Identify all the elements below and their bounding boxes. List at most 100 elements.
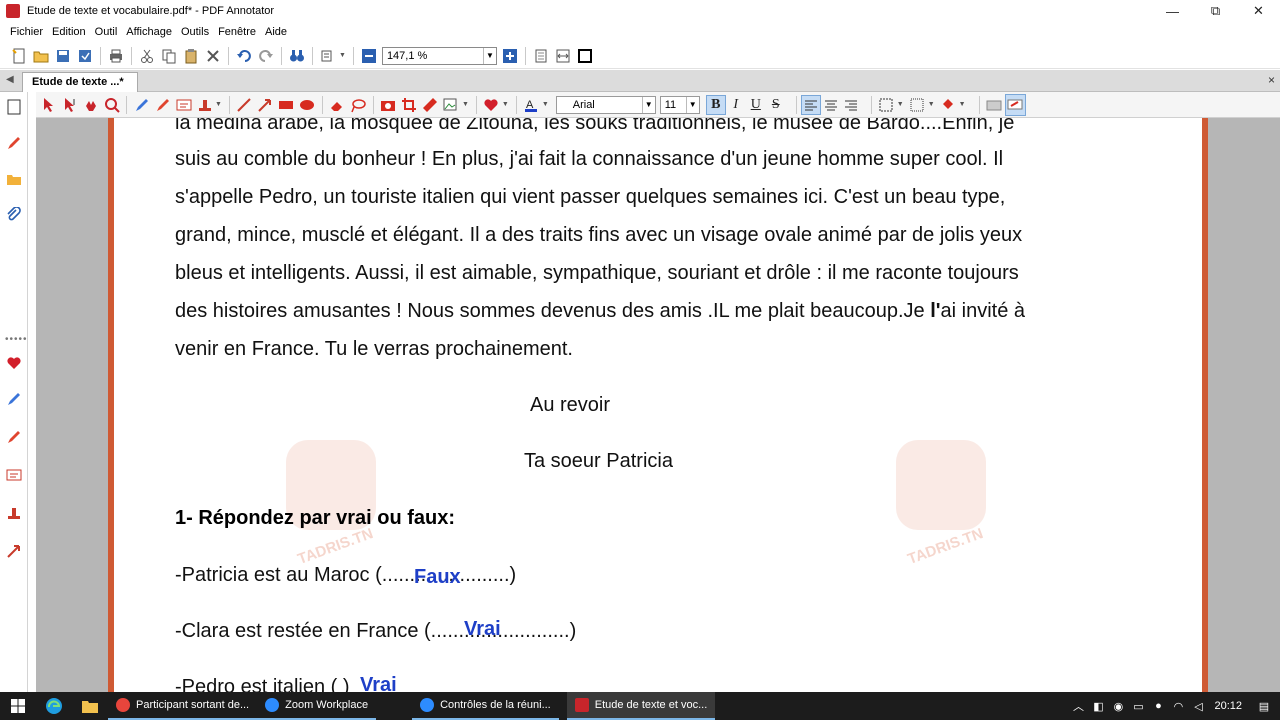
hand-pan-icon[interactable] bbox=[80, 94, 101, 116]
paste-icon[interactable] bbox=[180, 45, 202, 67]
print-icon[interactable] bbox=[105, 45, 127, 67]
select-text-icon[interactable] bbox=[59, 94, 80, 116]
border-width-dropdown-icon[interactable]: ▼ bbox=[928, 101, 935, 108]
fit-page-icon[interactable] bbox=[530, 45, 552, 67]
eraser-tool-icon[interactable] bbox=[327, 94, 348, 116]
zoom-tray-icon[interactable]: ◉ bbox=[1108, 700, 1128, 713]
zoom-tool-icon[interactable] bbox=[101, 94, 122, 116]
stamp-dropdown-icon[interactable]: ▼ bbox=[215, 101, 222, 108]
insert-image-dropdown-icon[interactable]: ▼ bbox=[462, 101, 469, 108]
folder-icon[interactable] bbox=[5, 170, 23, 188]
select-arrow-icon[interactable] bbox=[38, 94, 59, 116]
align-right-icon[interactable] bbox=[841, 95, 861, 115]
border-style-dropdown-icon[interactable]: ▼ bbox=[897, 101, 904, 108]
underline-button[interactable]: U bbox=[746, 95, 766, 115]
keyboard-icon[interactable] bbox=[984, 94, 1005, 116]
border-width-icon[interactable] bbox=[907, 94, 928, 116]
page-layout-dropdown-icon[interactable]: ▼ bbox=[339, 52, 346, 59]
crop-tool-icon[interactable] bbox=[399, 94, 420, 116]
clock[interactable]: 20:12 bbox=[1214, 700, 1242, 712]
handwritten-answer[interactable]: Faux bbox=[414, 566, 461, 589]
arrow-tool-icon[interactable] bbox=[5, 542, 23, 560]
copy-icon[interactable] bbox=[158, 45, 180, 67]
taskbar-app-pdf-annotator[interactable]: Etude de texte et voc... bbox=[566, 692, 716, 720]
arrow-line-icon[interactable] bbox=[255, 94, 276, 116]
menu-aide[interactable]: Aide bbox=[265, 26, 287, 38]
marker-tool-icon[interactable] bbox=[152, 94, 173, 116]
document-viewport[interactable]: TADRIS.TN TADRIS.TN la médina arabe, la … bbox=[36, 118, 1280, 692]
redo-icon[interactable] bbox=[255, 45, 277, 67]
zoom-out-icon[interactable] bbox=[358, 45, 380, 67]
pen-tool-icon[interactable] bbox=[131, 94, 152, 116]
align-center-icon[interactable] bbox=[821, 95, 841, 115]
highlighter-icon[interactable] bbox=[5, 390, 23, 408]
open-folder-icon[interactable] bbox=[30, 45, 52, 67]
favorite-heart-icon[interactable] bbox=[5, 354, 23, 372]
handwritten-answer[interactable]: Vrai bbox=[360, 674, 397, 692]
full-screen-icon[interactable] bbox=[574, 45, 596, 67]
save-icon[interactable] bbox=[52, 45, 74, 67]
fit-width-icon[interactable] bbox=[552, 45, 574, 67]
edge-browser-icon[interactable] bbox=[36, 692, 72, 720]
stamp-icon[interactable] bbox=[5, 504, 23, 522]
chevron-down-icon[interactable]: ▼ bbox=[685, 96, 699, 113]
favorite-heart-icon[interactable] bbox=[481, 94, 502, 116]
chevron-down-icon[interactable]: ▼ bbox=[641, 96, 655, 113]
close-button[interactable]: ✕ bbox=[1237, 0, 1280, 22]
menu-outils[interactable]: Outils bbox=[181, 26, 209, 38]
strikethrough-button[interactable]: S bbox=[766, 95, 786, 115]
border-style-icon[interactable] bbox=[876, 94, 897, 116]
tab-etude-de-texte[interactable]: Etude de texte ...* bbox=[22, 72, 138, 92]
tab-scroll-left-icon[interactable]: ◀ bbox=[6, 74, 14, 85]
red-pen-icon[interactable] bbox=[5, 428, 23, 446]
rectangle-tool-icon[interactable] bbox=[276, 94, 297, 116]
zoom-in-icon[interactable] bbox=[499, 45, 521, 67]
menu-edition[interactable]: Edition bbox=[52, 26, 86, 38]
wifi-icon[interactable]: ◠ bbox=[1168, 700, 1188, 713]
paperclip-icon[interactable] bbox=[5, 206, 23, 224]
camera-snapshot-icon[interactable] bbox=[378, 94, 399, 116]
taskbar-app-zoom[interactable]: Zoom Workplace bbox=[257, 692, 377, 720]
notifications-icon[interactable]: ▤ bbox=[1254, 700, 1274, 713]
taskbar-app-zoom-controls[interactable]: Contrôles de la réuni... bbox=[412, 692, 559, 720]
close-tab-icon[interactable]: × bbox=[1268, 73, 1275, 87]
handwritten-answer[interactable]: Vrai bbox=[464, 618, 501, 641]
file-explorer-icon[interactable] bbox=[72, 692, 108, 720]
page-layout-icon[interactable] bbox=[317, 45, 339, 67]
network-icon[interactable]: ▭ bbox=[1128, 700, 1148, 713]
stamp-tool-icon[interactable] bbox=[194, 94, 215, 116]
fill-color-dropdown-icon[interactable]: ▼ bbox=[959, 101, 966, 108]
windows-start-icon[interactable] bbox=[0, 692, 36, 720]
page-thumbnail-icon[interactable] bbox=[5, 98, 23, 116]
restore-button[interactable]: ⧉ bbox=[1194, 0, 1237, 22]
align-left-icon[interactable] bbox=[800, 94, 821, 115]
menu-fichier[interactable]: Fichier bbox=[10, 26, 43, 38]
text-color-dropdown-icon[interactable]: ▼ bbox=[542, 101, 549, 108]
pen-marker-icon[interactable] bbox=[5, 134, 23, 152]
fill-color-icon[interactable] bbox=[938, 94, 959, 116]
line-tool-icon[interactable] bbox=[234, 94, 255, 116]
chevron-up-icon[interactable]: ︿ bbox=[1068, 698, 1088, 714]
meet-now-icon[interactable]: ◧ bbox=[1088, 700, 1108, 713]
chevron-down-icon[interactable]: ▼ bbox=[482, 47, 496, 64]
text-color-icon[interactable]: A bbox=[521, 94, 542, 116]
zoom-select[interactable]: 147,1 % ▼ bbox=[381, 46, 497, 65]
font-size-select[interactable]: 11 ▼ bbox=[659, 95, 700, 114]
save-all-icon[interactable] bbox=[74, 45, 96, 67]
text-tool-icon[interactable] bbox=[173, 94, 194, 116]
volume-icon[interactable]: ◁ bbox=[1188, 700, 1208, 713]
menu-affichage[interactable]: Affichage bbox=[126, 26, 172, 38]
bold-button[interactable]: B bbox=[705, 94, 726, 115]
ruler-tool-icon[interactable] bbox=[420, 94, 441, 116]
cut-icon[interactable] bbox=[136, 45, 158, 67]
undo-icon[interactable] bbox=[233, 45, 255, 67]
new-document-icon[interactable] bbox=[8, 45, 30, 67]
find-binoculars-icon[interactable] bbox=[286, 45, 308, 67]
delete-icon[interactable] bbox=[202, 45, 224, 67]
menu-outil[interactable]: Outil bbox=[95, 26, 118, 38]
font-family-select[interactable]: Arial ▼ bbox=[555, 95, 656, 114]
insert-image-icon[interactable] bbox=[441, 94, 462, 116]
minimize-button[interactable]: — bbox=[1151, 0, 1194, 22]
microphone-icon[interactable]: ● bbox=[1148, 700, 1168, 712]
text-box-icon[interactable] bbox=[5, 466, 23, 484]
